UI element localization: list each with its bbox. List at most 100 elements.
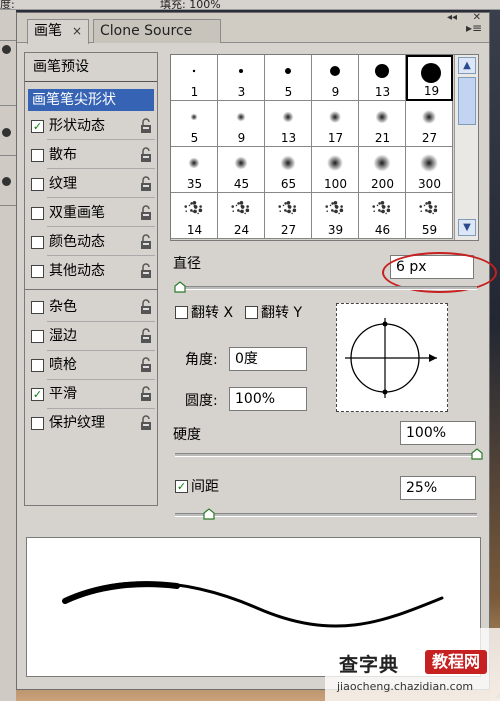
brushes-panel: 画笔 × Clone Source ◂◂ ✕ ▸≡ 画笔预设 画笔笔尖形状 ✓ …	[16, 12, 500, 699]
flip-x-checkbox[interactable]	[175, 306, 188, 319]
checkbox[interactable]	[31, 149, 44, 162]
option-other-dynamics[interactable]: 其他动态	[29, 260, 155, 282]
lock-icon[interactable]	[139, 234, 153, 250]
close-icon[interactable]: ×	[72, 20, 82, 42]
lock-icon[interactable]	[139, 176, 153, 192]
brush-size-label: 1	[190, 85, 199, 99]
brush-size-label: 24	[233, 223, 250, 237]
spacing-checkbox[interactable]: ✓	[175, 480, 188, 493]
option-shape-dynamics[interactable]: ✓ 形状动态	[29, 115, 155, 137]
brush-cell[interactable]: 3	[218, 55, 265, 101]
hardness-slider[interactable]	[175, 453, 477, 457]
option-color-dynamics[interactable]: 颜色动态	[29, 231, 155, 253]
panel-menu-icon[interactable]: ▸≡	[465, 21, 483, 35]
checkbox[interactable]	[31, 178, 44, 191]
brush-cell[interactable]: 21	[359, 101, 406, 147]
checkbox[interactable]: ✓	[31, 388, 44, 401]
lock-icon[interactable]	[139, 415, 153, 431]
checkbox[interactable]	[31, 265, 44, 278]
brush-cell[interactable]: 19	[406, 55, 453, 101]
scroll-down-icon[interactable]: ▼	[458, 219, 476, 236]
option-wet-edges[interactable]: 湿边	[29, 325, 155, 347]
brush-presets-item[interactable]: 画笔预设	[25, 53, 157, 82]
brush-cell[interactable]: 35	[171, 147, 218, 193]
brush-cell[interactable]: 65	[265, 147, 312, 193]
checkbox[interactable]	[31, 359, 44, 372]
checkbox[interactable]	[31, 417, 44, 430]
lock-icon[interactable]	[139, 386, 153, 402]
brush-tip-icon	[236, 112, 246, 122]
brush-cell[interactable]: 39	[312, 193, 359, 239]
tab-brushes[interactable]: 画笔 ×	[27, 19, 89, 44]
eye-icon	[2, 45, 11, 54]
brush-cell[interactable]: 13	[265, 101, 312, 147]
tab-clone-source[interactable]: Clone Source	[93, 19, 221, 43]
brush-cell[interactable]: 9	[218, 101, 265, 147]
lock-icon[interactable]	[139, 328, 153, 344]
diameter-slider[interactable]	[175, 286, 477, 290]
checkbox[interactable]	[31, 207, 44, 220]
brush-size-label: 65	[280, 177, 297, 191]
option-airbrush[interactable]: 喷枪	[29, 354, 155, 376]
brush-cell[interactable]: 24	[218, 193, 265, 239]
brush-tip-icon	[375, 64, 389, 78]
angle-roundness-widget[interactable]	[336, 303, 448, 412]
option-protect-texture[interactable]: 保护纹理	[29, 412, 155, 434]
brush-size-label: 3	[237, 85, 246, 99]
angle-field[interactable]: 0度	[229, 347, 307, 371]
brush-cell[interactable]: 300	[406, 147, 453, 193]
brush-cell[interactable]: 9	[312, 55, 359, 101]
brush-cell[interactable]: 27	[406, 101, 453, 147]
option-noise[interactable]: 杂色	[29, 296, 155, 318]
hardness-slider-thumb[interactable]	[471, 448, 483, 460]
checkbox[interactable]: ✓	[31, 120, 44, 133]
brush-cell[interactable]: 27	[265, 193, 312, 239]
roundness-field[interactable]: 100%	[229, 387, 307, 411]
scrollbar-thumb[interactable]	[458, 77, 476, 125]
brush-size-label: 35	[186, 177, 203, 191]
brush-size-label: 9	[237, 131, 246, 145]
spacing-slider-thumb[interactable]	[203, 508, 215, 520]
brush-cell[interactable]: 14	[171, 193, 218, 239]
brush-tip-icon	[419, 201, 438, 215]
lock-icon[interactable]	[139, 205, 153, 221]
checkbox[interactable]	[31, 330, 44, 343]
checkbox[interactable]	[31, 301, 44, 314]
checkbox[interactable]	[31, 236, 44, 249]
brush-cell[interactable]: 5	[171, 101, 218, 147]
flip-y-checkbox[interactable]	[245, 306, 258, 319]
brush-size-label: 59	[421, 223, 438, 237]
brush-cell[interactable]: 100	[312, 147, 359, 193]
scroll-up-icon[interactable]: ▲	[458, 57, 476, 74]
brush-size-label: 300	[418, 177, 441, 191]
brush-cell[interactable]: 46	[359, 193, 406, 239]
brush-cell[interactable]: 17	[312, 101, 359, 147]
diameter-slider-thumb[interactable]	[174, 281, 186, 293]
collapse-icon[interactable]: ◂◂	[447, 12, 457, 23]
brush-cell[interactable]: 13	[359, 55, 406, 101]
lock-icon[interactable]	[139, 357, 153, 373]
spacing-slider[interactable]	[175, 513, 477, 517]
brush-cell[interactable]: 45	[218, 147, 265, 193]
option-dual-brush[interactable]: 双重画笔	[29, 202, 155, 224]
lock-icon[interactable]	[139, 263, 153, 279]
option-scattering[interactable]: 散布	[29, 144, 155, 166]
lock-icon[interactable]	[139, 299, 153, 315]
watermark-badge: 教程网	[425, 650, 487, 674]
brush-cell[interactable]: 59	[406, 193, 453, 239]
hardness-field[interactable]: 100%	[400, 421, 476, 445]
lock-icon[interactable]	[139, 147, 153, 163]
brush-cell[interactable]: 1	[171, 55, 218, 101]
brush-tip-icon	[280, 155, 296, 171]
brush-cell[interactable]: 5	[265, 55, 312, 101]
spacing-label: 间距	[191, 479, 219, 495]
option-smoothing[interactable]: ✓ 平滑	[29, 383, 155, 405]
lock-icon[interactable]	[139, 118, 153, 134]
spacing-field[interactable]: 25%	[400, 476, 476, 500]
brush-tip-icon	[327, 155, 343, 171]
brush-tip-icon	[234, 156, 248, 170]
brush-tip-shape-item[interactable]: 画笔笔尖形状	[28, 89, 154, 111]
brush-cell[interactable]: 200	[359, 147, 406, 193]
brush-grid-scrollbar[interactable]: ▲ ▼	[454, 55, 478, 240]
option-texture[interactable]: 纹理	[29, 173, 155, 195]
